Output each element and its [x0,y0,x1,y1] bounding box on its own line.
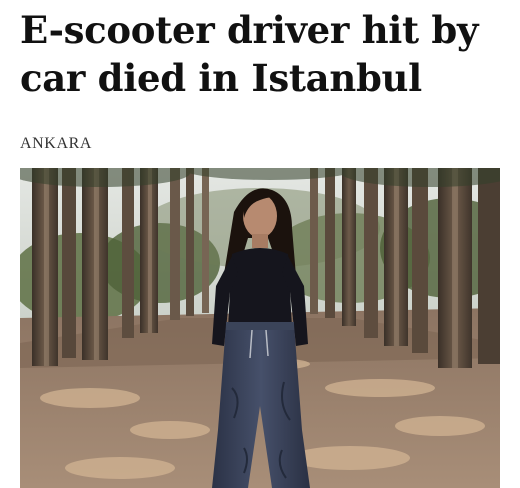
headline-line-1: E-scooter driver hit by [20,8,479,52]
article-photo [20,168,500,488]
article-headline: E-scooter driver hit by car died in Ista… [20,6,510,102]
photo-illustration [20,168,500,488]
dateline: ANKARA [20,135,93,152]
shirt [228,248,292,328]
headline-line-2: car died in Istanbul [20,56,422,100]
